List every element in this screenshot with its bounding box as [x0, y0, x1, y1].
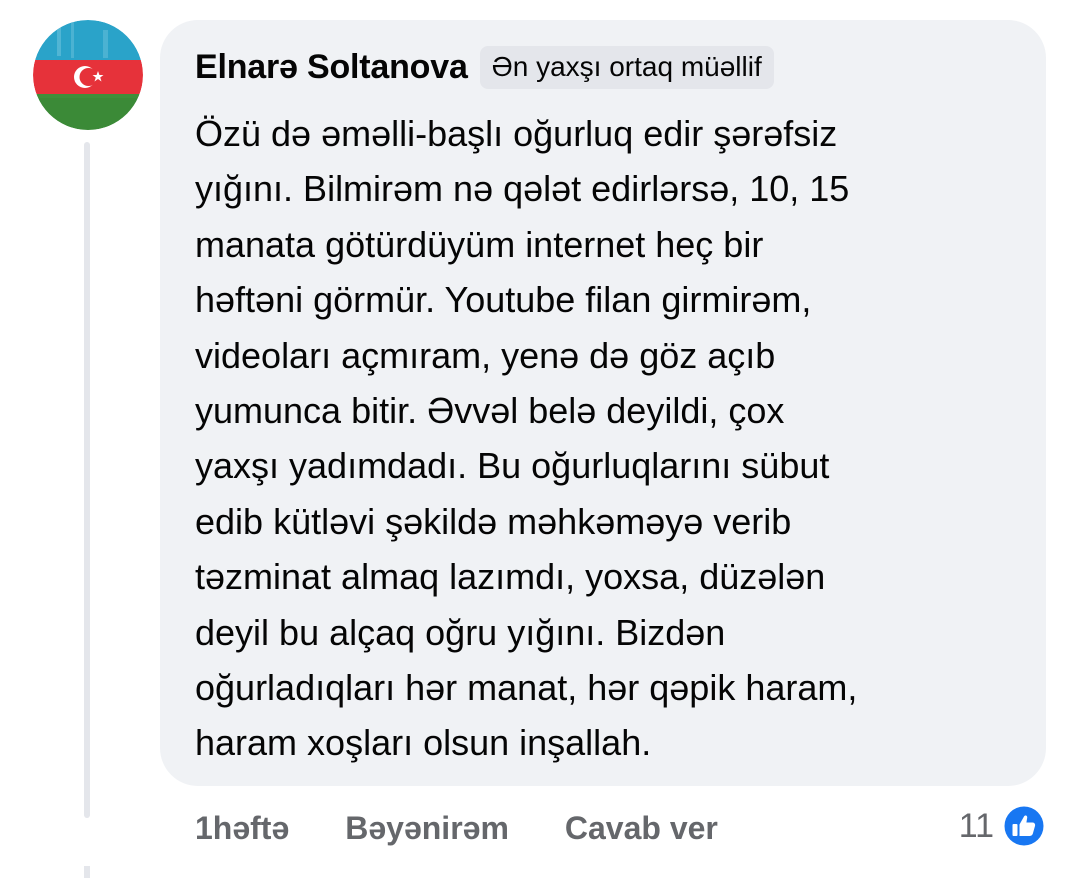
comment-header: Elnarə Soltanova Ən yaxşı ortaq müəllif	[195, 46, 774, 89]
reaction-summary[interactable]: 11	[959, 802, 1048, 850]
thread-line	[84, 142, 90, 818]
azerbaijan-flag-avatar-icon	[33, 20, 143, 130]
comment-actions: 1həftə Bəyənirəm Cavab ver	[195, 806, 718, 850]
author-name[interactable]: Elnarə Soltanova	[195, 48, 468, 87]
avatar[interactable]	[33, 20, 143, 130]
top-fan-badge: Ən yaxşı ortaq müəllif	[479, 46, 774, 89]
reply-button[interactable]: Cavab ver	[565, 810, 718, 847]
like-thumbs-up-icon	[1000, 802, 1048, 850]
comment-timestamp[interactable]: 1həftə	[195, 810, 289, 847]
thread-line-continuation	[84, 866, 90, 878]
comment-text: Özü də əməlli-başlı oğurluq edir şərəfsi…	[195, 113, 858, 764]
reaction-count: 11	[958, 806, 994, 845]
like-button[interactable]: Bəyənirəm	[345, 810, 509, 847]
comment-bubble: Elnarə Soltanova Ən yaxşı ortaq müəllif …	[160, 20, 1046, 786]
